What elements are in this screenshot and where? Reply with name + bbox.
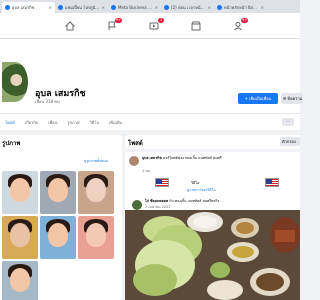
tab-label: (2) ตอน เวลาหน้าเพจ | Facebook <box>171 5 206 10</box>
browser-tabstrip: อุบล เสมรกิช × แชมเปี้ยน โปรดูนิยม ยุคชน… <box>0 0 300 13</box>
post-author-avatar[interactable] <box>129 156 139 166</box>
notification-badge: 1 <box>158 18 164 23</box>
messenger-icon: ✉ <box>283 96 287 101</box>
photo-thumbnail[interactable] <box>78 216 114 259</box>
facebook-favicon-icon <box>5 5 10 10</box>
us-flag-icon <box>155 178 169 187</box>
photo-thumbnail[interactable] <box>78 171 114 214</box>
video-icon[interactable]: 1 <box>149 18 164 31</box>
post-header-text: แชร์โพสต์ของ ทองเกิ้น แนทท์คล์ สมศรี <box>162 156 222 160</box>
notification-badge: 9+ <box>240 18 248 23</box>
post-photo[interactable] <box>125 210 300 300</box>
tab-about[interactable]: เกี่ยวกับ <box>25 119 38 126</box>
facebook-favicon-icon <box>217 5 222 10</box>
post-timestamp[interactable]: 1 ชม. <box>142 168 151 174</box>
tab-label: แชมเปี้ยน โปรดูนิยม ยุคชน <box>65 5 100 10</box>
photos-grid <box>2 171 120 300</box>
browser-tab-facebook-page[interactable]: (2) ตอน เวลาหน้าเพจ | Facebook × <box>161 2 214 13</box>
close-tab-icon[interactable]: × <box>208 5 211 10</box>
profile-tabs: โพสต์ เกี่ยวกับ เพื่อน รูปภาพ วิดีโอ เพิ… <box>0 113 300 130</box>
share-subtitle[interactable]: ดูรายการของวิดีโอ <box>187 187 216 193</box>
tab-videos[interactable]: วิดีโอ <box>90 119 99 126</box>
posts-title: โพสต์ <box>128 140 143 147</box>
facebook-favicon-icon <box>58 5 63 10</box>
photo-thumbnail[interactable] <box>2 216 38 259</box>
photo-thumbnail[interactable] <box>40 171 76 214</box>
message-label: ข้อความ <box>287 96 303 101</box>
marketplace-icon[interactable] <box>191 21 201 31</box>
filter-button[interactable]: ตัวกรอง <box>280 137 300 146</box>
friends-count[interactable]: เพื่อน 318 คน <box>35 98 60 105</box>
browser-tab-champion[interactable]: แชมเปี้ยน โปรดูนิยม ยุคชน × <box>55 2 108 13</box>
facebook-favicon-icon <box>164 5 169 10</box>
flag-icon[interactable]: 9+ <box>107 18 122 31</box>
shared-author-avatar[interactable] <box>132 200 142 210</box>
share-title: วิดีโอ <box>191 181 200 185</box>
food-photo-illustration <box>125 210 300 300</box>
tab-photos[interactable]: รูปภาพ <box>67 119 79 126</box>
home-icon[interactable] <box>64 21 76 31</box>
post-card: อุบล เสมรกิช แชร์โพสต์ของ ทองเกิ้น แนทท์… <box>125 152 300 300</box>
see-all-photos-link[interactable]: ดูรูปภาพทั้งหมด <box>84 158 108 164</box>
tab-posts[interactable]: โพสต์ <box>5 119 15 126</box>
close-tab-icon[interactable]: × <box>155 5 158 10</box>
post-header: อุบล เสมรกิช แชร์โพสต์ของ ทองเกิ้น แนทท์… <box>142 156 297 161</box>
add-friend-icon: + <box>244 96 248 101</box>
posts-header: โพสต์ ตัวกรอง <box>125 135 300 149</box>
tab-label: Meta Business Suite <box>118 5 153 10</box>
photo-thumbnail[interactable] <box>2 261 38 300</box>
photo-thumbnail[interactable] <box>40 216 76 259</box>
facebook-top-nav: 9+ 1 9+ <box>0 13 300 39</box>
message-button[interactable]: ✉ ข้อความ <box>281 93 303 104</box>
post-author[interactable]: อุบล เสมรกิช <box>142 156 162 160</box>
browser-tab-profile[interactable]: อุบล เสมรกิช × <box>2 2 55 13</box>
photo-thumbnail[interactable] <box>2 171 38 214</box>
groups-icon[interactable]: 9+ <box>233 18 248 31</box>
add-friend-label: เพิ่มเป็นเพื่อน <box>248 96 272 101</box>
close-tab-icon[interactable]: × <box>49 5 52 10</box>
meta-favicon-icon <box>111 5 116 10</box>
shared-header-text: กับ ทองเกิ้น แนทท์คล์ สมศรีพรกิจ <box>169 199 220 203</box>
browser-tab-meta-business[interactable]: Meta Business Suite × <box>108 2 161 13</box>
tab-more[interactable]: เพิ่มเติม <box>109 119 122 126</box>
photos-title: รูปภาพ <box>2 140 21 147</box>
us-flag-icon <box>265 178 279 187</box>
tab-label: หน้าหลักหน้า Ibid สมาชิกปีนักเรียนนะ <box>224 5 259 10</box>
tab-friends[interactable]: เพื่อน <box>48 119 57 126</box>
more-options-button[interactable]: ··· <box>282 118 294 126</box>
shared-author[interactable]: ไก่ ซีคอนพลอท <box>145 199 168 203</box>
profile-avatar[interactable] <box>0 60 30 104</box>
close-tab-icon[interactable]: × <box>102 5 105 10</box>
notification-badge: 9+ <box>114 18 122 23</box>
browser-tab-home[interactable]: หน้าหลักหน้า Ibid สมาชิกปีนักเรียนนะ × <box>214 2 267 13</box>
add-friend-button[interactable]: + เพิ่มเป็นเพื่อน <box>238 93 278 104</box>
close-tab-icon[interactable]: × <box>261 5 264 10</box>
tab-label: อุบล เสมรกิช <box>12 5 35 10</box>
